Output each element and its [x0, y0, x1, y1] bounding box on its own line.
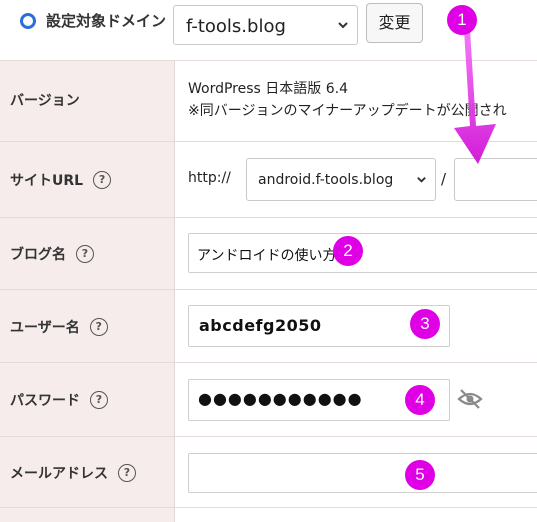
version-label: バージョン — [10, 93, 80, 109]
annotation-arrow — [454, 30, 496, 164]
domain-select[interactable]: f-tools.blog — [173, 5, 358, 45]
radio-icon[interactable] — [20, 13, 36, 29]
chevron-down-icon — [417, 177, 426, 183]
row-divider — [0, 507, 537, 508]
help-icon[interactable]: ? — [89, 318, 108, 336]
domain-label: 設定対象ドメイン — [46, 12, 167, 30]
help-icon[interactable]: ? — [93, 171, 112, 189]
url-domain-select[interactable]: android.f-tools.blog — [246, 158, 436, 201]
url-domain-value: android.f-tools.blog — [258, 172, 394, 188]
chevron-down-icon — [338, 22, 348, 29]
password-label: パスワード ? — [10, 390, 108, 410]
blog-name-label: ブログ名 ? — [10, 244, 94, 264]
email-label: メールアドレス ? — [10, 463, 136, 483]
protocol-text: http:// — [188, 170, 231, 186]
change-button[interactable]: 変更 — [366, 3, 423, 43]
help-icon[interactable]: ? — [118, 464, 136, 482]
label-column — [0, 60, 175, 522]
badge-4: 4 — [405, 385, 435, 415]
row-divider — [0, 436, 537, 437]
badge-1: 1 — [447, 5, 477, 35]
badge-2: 2 — [333, 236, 363, 266]
domain-select-value: f-tools.blog — [186, 16, 286, 37]
site-url-label: サイトURL ? — [10, 170, 112, 190]
badge-3: 3 — [410, 309, 440, 339]
badge-5: 5 — [405, 460, 435, 490]
eye-slash-icon[interactable] — [457, 388, 483, 410]
row-divider — [0, 362, 537, 363]
url-separator: / — [441, 170, 447, 188]
row-divider — [0, 217, 537, 218]
row-divider — [0, 289, 537, 290]
username-label: ユーザー名 ? — [10, 317, 108, 337]
help-icon[interactable]: ? — [76, 245, 94, 263]
email-input[interactable] — [188, 453, 537, 493]
help-icon[interactable]: ? — [90, 391, 108, 409]
